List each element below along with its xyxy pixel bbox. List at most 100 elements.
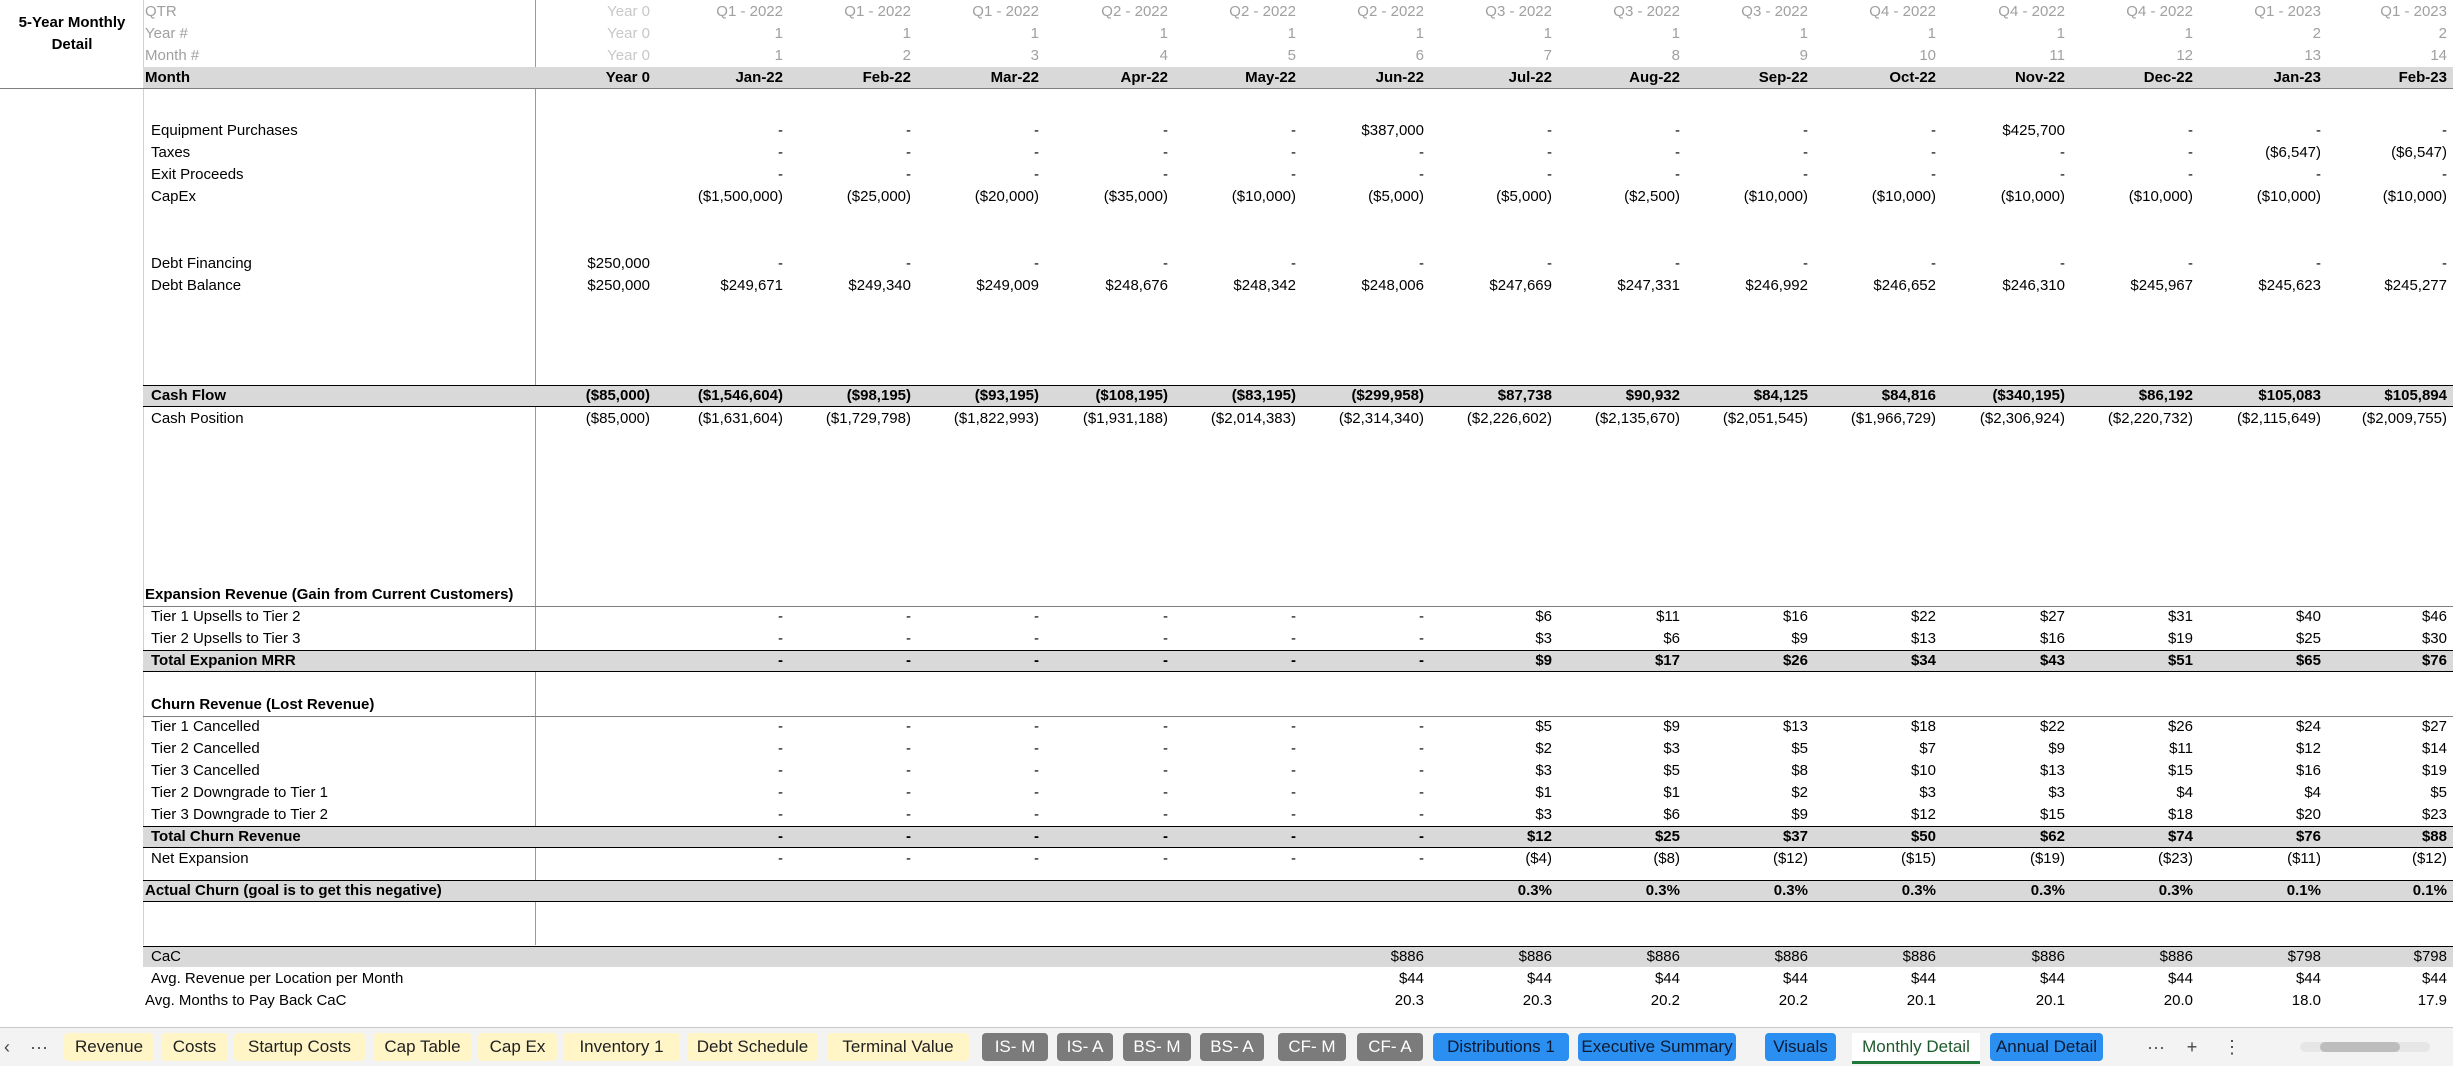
total-expansion-cell[interactable]: $26 [1680,650,1808,672]
net-expansion-cell[interactable]: ($12) [1680,848,1808,870]
taxes-cell[interactable]: - [1040,142,1168,164]
tier1-upsells-cell[interactable]: $6 [1424,606,1552,628]
capex-cell[interactable]: ($5,000) [1296,186,1424,208]
tier2-cancelled-cell[interactable]: $12 [2193,738,2321,760]
debt-balance-cell[interactable]: $248,006 [1296,275,1424,297]
total-churn-cell[interactable]: - [1296,826,1424,848]
avg-payback-cell[interactable]: 17.9 [2319,990,2447,1012]
tier2-cancelled-cell[interactable]: $3 [1552,738,1680,760]
month-number-row-cell[interactable]: 5 [1168,45,1296,67]
avg-payback-cell[interactable] [1040,990,1168,1012]
tier2-cancelled-cell[interactable]: - [911,738,1039,760]
horizontal-scrollbar[interactable] [2300,1042,2430,1052]
tier1-upsells-cell[interactable]: $11 [1552,606,1680,628]
tier3-downgrade-cell[interactable]: - [783,804,911,826]
sheet-tab-executive-summary[interactable]: Executive Summary [1578,1033,1736,1061]
tier3-cancelled-cell[interactable]: $13 [1937,760,2065,782]
tier2-downgrade-cell[interactable]: $1 [1552,782,1680,804]
debt-financing-cell[interactable]: - [783,253,911,275]
total-expansion-cell[interactable]: $17 [1552,650,1680,672]
taxes-cell[interactable]: ($6,547) [2319,142,2447,164]
actual-churn-cell[interactable]: 0.3% [1808,880,1936,902]
tier2-cancelled-cell[interactable]: $5 [1680,738,1808,760]
month-row-cell[interactable]: Aug-22 [1552,67,1680,89]
cash-flow-cell[interactable]: ($340,195) [1937,385,2065,407]
capex-cell[interactable]: ($25,000) [783,186,911,208]
debt-balance-cell[interactable]: $247,669 [1424,275,1552,297]
qtr-row-cell[interactable]: Q3 - 2022 [1424,1,1552,23]
exit-proceeds-cell[interactable]: - [783,164,911,186]
sheet-tab-bs-m[interactable]: BS- M [1123,1033,1191,1061]
cac-cell[interactable]: $798 [2193,946,2321,968]
exit-proceeds-cell[interactable]: - [655,164,783,186]
taxes-cell[interactable]: - [1168,142,1296,164]
capex-cell[interactable]: ($10,000) [2065,186,2193,208]
cash-position-cell[interactable]: ($1,966,729) [1808,408,1936,430]
equipment-purchases-cell[interactable] [522,120,650,142]
tier3-cancelled-cell[interactable]: - [1168,760,1296,782]
month-row-cell[interactable]: Apr-22 [1040,67,1168,89]
total-expansion-cell[interactable]: $76 [2319,650,2447,672]
month-number-row-cell[interactable]: Year 0 [522,45,650,67]
tier3-cancelled-cell[interactable] [522,760,650,782]
tier2-cancelled-cell[interactable]: - [1040,738,1168,760]
debt-balance-cell[interactable]: $249,340 [783,275,911,297]
month-row-cell[interactable]: Jan-23 [2193,67,2321,89]
tier1-upsells-cell[interactable]: $40 [2193,606,2321,628]
total-churn-cell[interactable]: $62 [1937,826,2065,848]
capex-cell[interactable]: ($20,000) [911,186,1039,208]
debt-financing-cell[interactable]: - [1040,253,1168,275]
tier1-upsells-cell[interactable]: - [783,606,911,628]
debt-financing-cell[interactable]: - [1168,253,1296,275]
tier3-downgrade-cell[interactable]: - [1040,804,1168,826]
cash-flow-cell[interactable]: ($98,195) [783,385,911,407]
taxes-cell[interactable]: - [783,142,911,164]
equipment-purchases-cell[interactable]: - [2319,120,2447,142]
tier3-cancelled-cell[interactable]: - [1296,760,1424,782]
avg-revenue-cell[interactable]: $44 [2065,968,2193,990]
month-row-cell[interactable]: Dec-22 [2065,67,2193,89]
year-row-cell[interactable]: 1 [2065,23,2193,45]
exit-proceeds-cell[interactable]: - [1040,164,1168,186]
tier3-downgrade-cell[interactable]: $20 [2193,804,2321,826]
tier3-cancelled-cell[interactable]: $19 [2319,760,2447,782]
equipment-purchases-cell[interactable]: $425,700 [1937,120,2065,142]
cac-cell[interactable] [911,946,1039,968]
capex-cell[interactable]: ($1,500,000) [655,186,783,208]
cash-flow-cell[interactable]: ($108,195) [1040,385,1168,407]
avg-payback-cell[interactable]: 20.1 [1808,990,1936,1012]
taxes-cell[interactable]: - [1296,142,1424,164]
tier1-cancelled-cell[interactable]: $5 [1424,716,1552,738]
tier3-cancelled-cell[interactable]: - [783,760,911,782]
tier3-cancelled-cell[interactable]: $5 [1552,760,1680,782]
tier2-upsells-cell[interactable]: - [783,628,911,650]
tier1-upsells-cell[interactable]: $27 [1937,606,2065,628]
avg-payback-cell[interactable]: 18.0 [2193,990,2321,1012]
month-row-cell[interactable]: May-22 [1168,67,1296,89]
debt-balance-cell[interactable]: $250,000 [522,275,650,297]
tier2-upsells-cell[interactable]: - [911,628,1039,650]
month-number-row-cell[interactable]: 12 [2065,45,2193,67]
taxes-cell[interactable]: - [2065,142,2193,164]
tier3-cancelled-cell[interactable]: $3 [1424,760,1552,782]
qtr-row-cell[interactable]: Q4 - 2022 [1937,1,2065,23]
avg-revenue-cell[interactable] [1168,968,1296,990]
tier2-cancelled-cell[interactable]: - [1168,738,1296,760]
total-expansion-cell[interactable]: - [911,650,1039,672]
month-row-cell[interactable]: Nov-22 [1937,67,2065,89]
exit-proceeds-cell[interactable]: - [1296,164,1424,186]
cash-flow-cell[interactable]: $87,738 [1424,385,1552,407]
total-expansion-cell[interactable]: - [1296,650,1424,672]
month-number-row-cell[interactable]: 7 [1424,45,1552,67]
actual-churn-cell[interactable] [911,880,1039,902]
cac-cell[interactable] [522,946,650,968]
debt-balance-cell[interactable]: $245,623 [2193,275,2321,297]
net-expansion-cell[interactable] [522,848,650,870]
cash-position-cell[interactable]: ($1,822,993) [911,408,1039,430]
tier1-upsells-cell[interactable]: - [911,606,1039,628]
tier2-downgrade-cell[interactable]: $3 [1808,782,1936,804]
sheet-tab-is-m[interactable]: IS- M [982,1033,1048,1061]
sheet-tab-revenue[interactable]: Revenue [64,1033,154,1061]
total-churn-cell[interactable]: - [783,826,911,848]
exit-proceeds-cell[interactable]: - [1680,164,1808,186]
